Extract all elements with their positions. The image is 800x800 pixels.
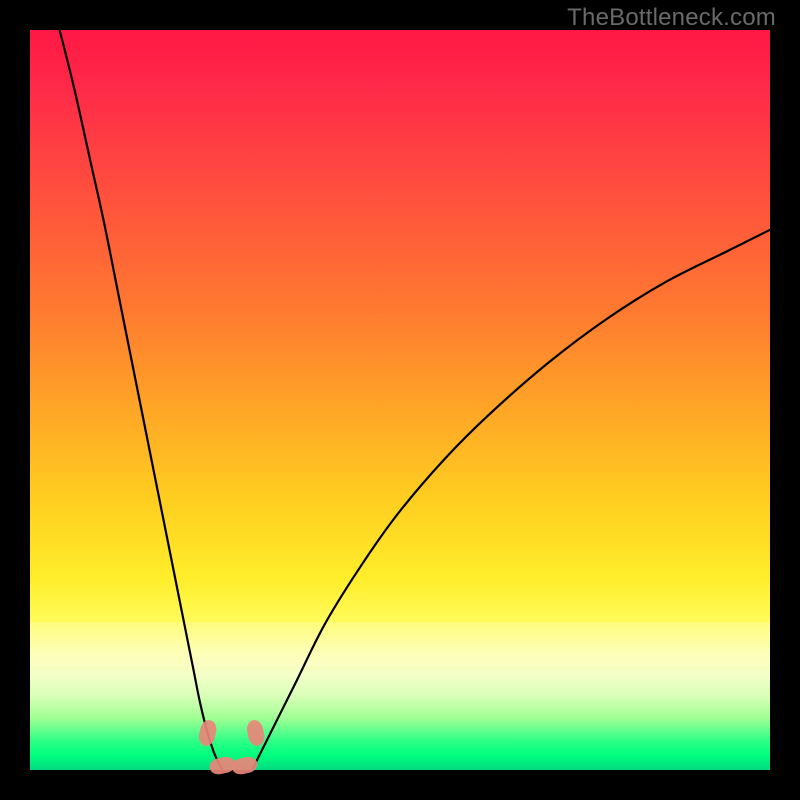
right-branch-curve: [252, 230, 770, 770]
left-dip-marker: [197, 719, 218, 748]
right-dip-marker: [245, 719, 266, 748]
chart-frame: TheBottleneck.com: [0, 0, 800, 800]
plot-area: [30, 30, 770, 770]
curve-layer: [30, 30, 770, 770]
watermark-text: TheBottleneck.com: [567, 4, 776, 32]
left-branch-curve: [60, 30, 223, 770]
markers-layer: [197, 719, 266, 776]
bottom-marker-2: [230, 755, 259, 776]
